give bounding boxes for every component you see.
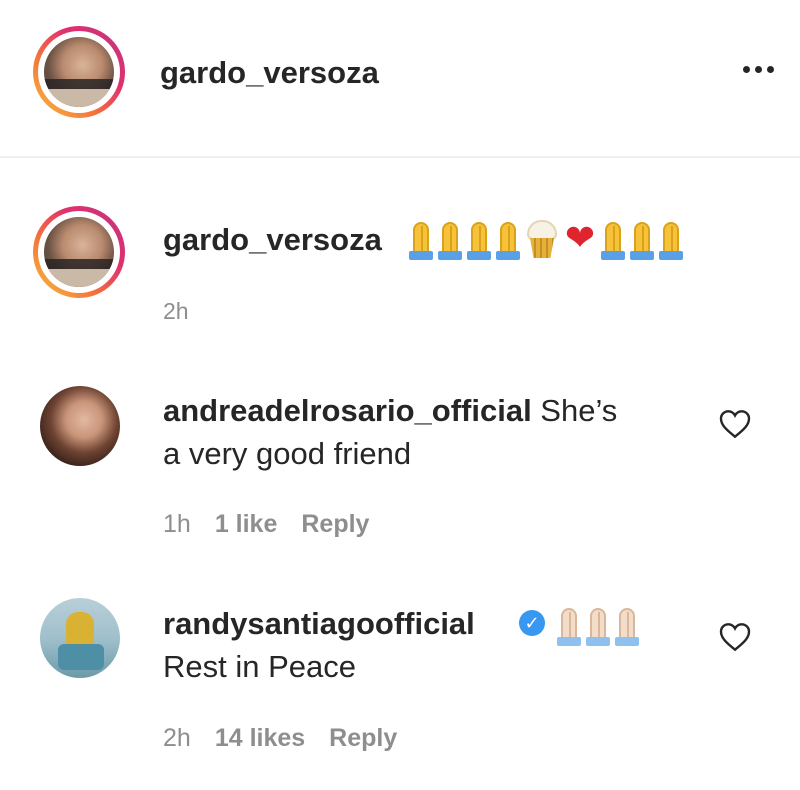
- caption-timestamp: 2h: [163, 298, 189, 324]
- comment-username[interactable]: randysantiagoofficial: [163, 606, 475, 641]
- comment-text: Rest in Peace: [163, 649, 356, 684]
- comment-username-line: randysantiagoofficial: [163, 602, 475, 645]
- post-header: gardo_versoza: [0, 0, 800, 158]
- caption-avatar[interactable]: [33, 206, 125, 298]
- comment-avatar-andrea[interactable]: [40, 386, 120, 466]
- comment-meta: 1h 1 like Reply: [163, 510, 393, 539]
- reply-button[interactable]: Reply: [329, 724, 397, 752]
- profile-avatar[interactable]: [33, 26, 125, 118]
- comment-body: andreadelrosario_official She’s a very g…: [163, 389, 683, 475]
- reply-button[interactable]: Reply: [301, 510, 369, 538]
- folded-hands-emoji: [556, 602, 582, 646]
- folded-hands-emoji: [437, 216, 463, 260]
- comment-likes-count[interactable]: 14 likes: [215, 724, 305, 752]
- caption-username[interactable]: gardo_versoza: [163, 222, 382, 258]
- more-options-icon[interactable]: [743, 66, 774, 73]
- heart-outline-icon[interactable]: [719, 409, 751, 439]
- folded-hands-emoji: [408, 216, 434, 260]
- heart-outline-icon[interactable]: [719, 622, 751, 652]
- comment-text-line1: She’s: [531, 393, 618, 428]
- cupcake-emoji: [524, 216, 560, 260]
- folded-hands-emoji: [495, 216, 521, 260]
- comment-timestamp: 2h: [163, 724, 191, 752]
- folded-hands-emoji: [629, 216, 655, 260]
- red-heart-emoji: ❤: [564, 217, 596, 258]
- comment-avatar-randy[interactable]: [40, 598, 120, 678]
- comment-likes-count[interactable]: 1 like: [215, 510, 278, 538]
- comment-text-line2: a very good friend: [163, 436, 412, 471]
- folded-hands-emoji: [614, 602, 640, 646]
- header-username[interactable]: gardo_versoza: [160, 55, 379, 91]
- folded-hands-emoji: [658, 216, 684, 260]
- verified-badge-icon: ✓: [519, 610, 545, 636]
- comment-username[interactable]: andreadelrosario_official: [163, 393, 532, 428]
- folded-hands-emoji: [585, 602, 611, 646]
- comment-emojis: [556, 596, 643, 646]
- caption-emojis: ❤: [408, 210, 687, 260]
- comment-timestamp: 1h: [163, 510, 191, 538]
- folded-hands-emoji: [466, 216, 492, 260]
- comment-meta: 2h 14 likes Reply: [163, 724, 421, 753]
- folded-hands-emoji: [600, 216, 626, 260]
